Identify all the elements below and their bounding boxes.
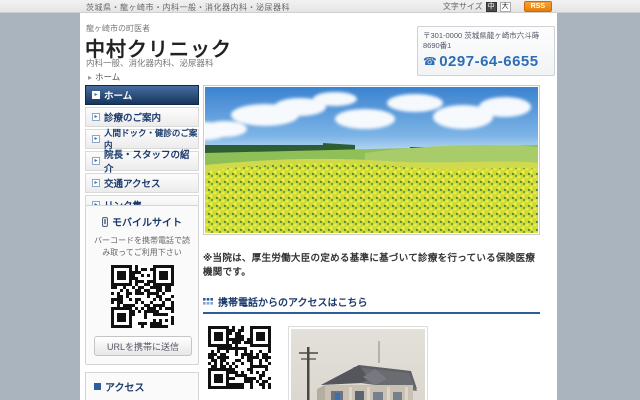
phone-icon: ☎: [423, 55, 437, 68]
access-title: アクセス: [94, 379, 198, 394]
nav-bullet-icon: ▸: [92, 113, 100, 121]
sidebar-nav: ▸ ホーム ▸ 診療のご案内 ▸ 人間ドック・健診のご案内 ▸ 院長・スタッフの…: [85, 85, 199, 217]
breadcrumb: ▸ホーム: [88, 71, 120, 83]
mobile-access-section-header: 携帯電話からのアクセスはこちら: [203, 294, 540, 314]
grid-icon: [203, 298, 213, 306]
rss-button[interactable]: RSS: [524, 1, 552, 12]
nav-bullet-icon: ▸: [92, 179, 100, 187]
clinic-address: 〒301-0000 茨城県龍ヶ崎市六斗蒔8690番1: [423, 31, 549, 51]
sidebar-item-access[interactable]: ▸ 交通アクセス: [85, 173, 199, 193]
nav-label: 診療のご案内: [104, 110, 161, 124]
insurance-notice: ※当院は、厚生労働大臣の定める基準に基づいて診療を行っている保険医療機関です。: [203, 250, 543, 278]
sidebar-item-home[interactable]: ▸ ホーム: [85, 85, 199, 105]
nav-label: 院長・スタッフの紹介: [104, 147, 198, 175]
clinic-building-photo: [288, 326, 428, 400]
mobile-site-title-text: モバイルサイト: [112, 214, 182, 229]
mobile-phone-icon: [102, 217, 108, 227]
access-box: アクセス 〒301-0000: [85, 372, 199, 400]
qr-code-sidebar: [111, 265, 174, 328]
square-bullet-icon: [94, 383, 101, 390]
section-title: 携帯電話からのアクセスはこちら: [218, 294, 368, 309]
site-subtitle: 内科一般、消化器内科、泌尿器科: [86, 57, 214, 69]
page-content: 龍ヶ崎市の町医者 中村クリニック 内科一般、消化器内科、泌尿器科 ▸ホーム 〒3…: [80, 13, 557, 400]
fontsize-medium-button[interactable]: 中: [486, 2, 497, 12]
send-url-button[interactable]: URLを携帯に送信: [94, 336, 192, 356]
mobile-access-row: [203, 326, 543, 400]
fontsize-label: 文字サイズ: [443, 1, 483, 12]
breadcrumb-home[interactable]: ホーム: [95, 72, 120, 82]
nav-label: 交通アクセス: [104, 176, 161, 190]
mobile-site-description: バーコードを携帯電話で読み取ってご利用下さい: [86, 235, 198, 259]
contact-info-box: 〒301-0000 茨城県龍ヶ崎市六斗蒔8690番1 ☎ 0297-64-665…: [417, 26, 555, 76]
sidebar-item-staff[interactable]: ▸ 院長・スタッフの紹介: [85, 151, 199, 171]
clinic-phone: ☎ 0297-64-6655: [423, 53, 549, 70]
nav-bullet-icon: ▸: [92, 135, 100, 143]
qr-code-main: [208, 326, 274, 392]
fontsize-large-button[interactable]: 大: [500, 2, 511, 12]
top-utility-bar: 茨城県・龍ヶ崎市・内科一般・消化器内科・泌尿器科 文字サイズ 中 大 RSS: [0, 0, 640, 13]
main-column: ※当院は、厚生労働大臣の定める基準に基づいて診療を行っている保険医療機関です。 …: [203, 85, 543, 400]
sidebar-item-dock[interactable]: ▸ 人間ドック・健診のご案内: [85, 129, 199, 149]
access-title-text: アクセス: [105, 379, 145, 394]
mobile-site-title: モバイルサイト: [86, 214, 198, 229]
phone-number: 0297-64-6655: [439, 53, 538, 70]
breadcrumb-arrow-icon: ▸: [88, 73, 92, 82]
sidebar-item-shinryo[interactable]: ▸ 診療のご案内: [85, 107, 199, 127]
site-keywords: 茨城県・龍ヶ崎市・内科一般・消化器内科・泌尿器科: [86, 2, 290, 13]
mobile-site-box: モバイルサイト バーコードを携帯電話で読み取ってご利用下さい URLを携帯に送信: [85, 205, 199, 365]
nav-bullet-icon: ▸: [92, 91, 100, 99]
site-header: 龍ヶ崎市の町医者 中村クリニック 内科一般、消化器内科、泌尿器科 ▸ホーム 〒3…: [80, 13, 557, 85]
nav-bullet-icon: ▸: [92, 157, 100, 165]
nav-label: ホーム: [104, 88, 132, 102]
hero-photo-field: [203, 85, 540, 235]
